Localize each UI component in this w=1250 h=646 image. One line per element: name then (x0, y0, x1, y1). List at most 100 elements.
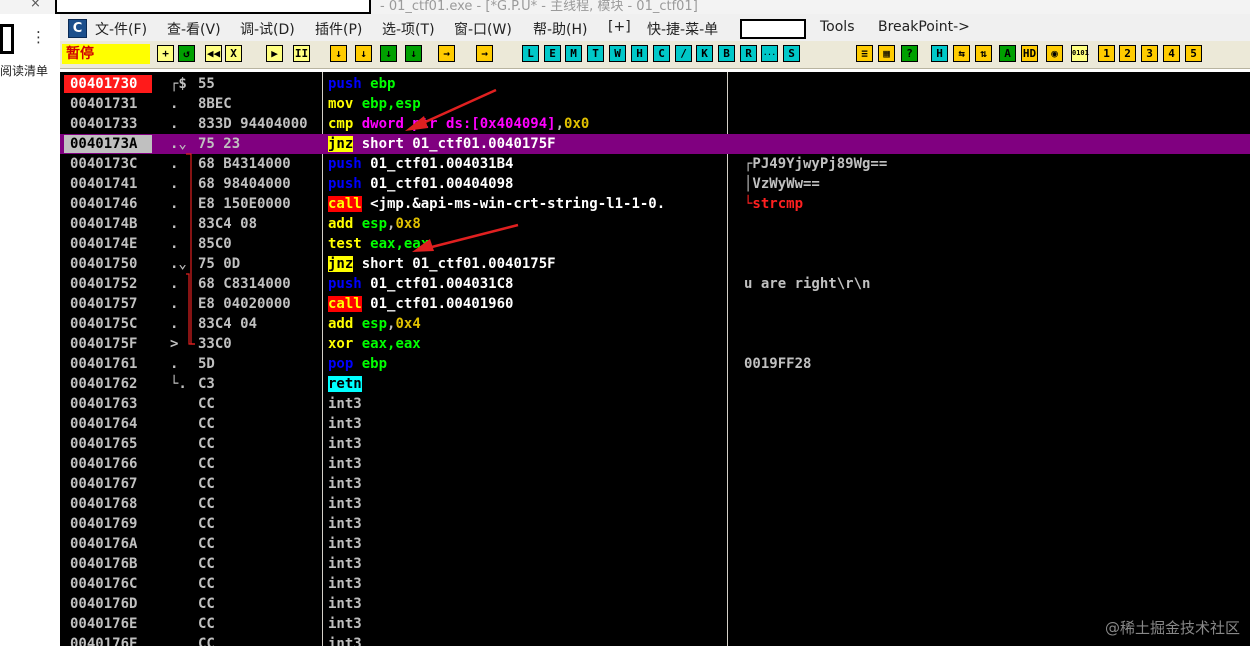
toolbar-button-5[interactable]: ▶ (266, 45, 283, 62)
toolbar-button-28[interactable]: ? (901, 45, 918, 62)
flow-marker: ┌$ (170, 76, 187, 92)
menu-options[interactable]: 选-项(T) (382, 19, 435, 39)
toolbar-button-30[interactable]: ⇆ (953, 45, 970, 62)
toolbar-button-36[interactable]: 1 (1098, 45, 1115, 62)
disasm-row[interactable]: 0040175F >33C0 xor eax,eax (60, 334, 1250, 354)
disasm-row[interactable]: 00401766 CC int3 (60, 454, 1250, 474)
disasm-row[interactable]: 00401769 CC int3 (60, 514, 1250, 534)
toolbar: 暂停 + ↺ ◀◀ X ▶ II ↓ ↓ ↓ ↓ → → L E M T W H C / K B R... S ≡ ▦? H ⇆ ⇅ A H… (60, 41, 1250, 69)
mnemonic: pop (328, 356, 354, 372)
toolbar-button-40[interactable]: 5 (1185, 45, 1202, 62)
menu-window[interactable]: 窗-口(W) (454, 19, 512, 39)
disasm-row[interactable]: 0040176D CC int3 (60, 594, 1250, 614)
toolbar-button-33[interactable]: HD (1021, 45, 1038, 62)
disassembly-cell: int3 (328, 474, 362, 494)
toolbar-button-18[interactable]: H (631, 45, 648, 62)
toolbar-button-31[interactable]: ⇅ (975, 45, 992, 62)
toolbar-button-22[interactable]: B (718, 45, 735, 62)
menu-breakpoint[interactable]: BreakPoint-> (878, 19, 970, 35)
toolbar-button-38[interactable]: 3 (1141, 45, 1158, 62)
mnemonic: int3 (328, 496, 362, 512)
toolbar-button-13[interactable]: L (522, 45, 539, 62)
reading-list-label[interactable]: 阅读清单 (0, 62, 48, 79)
disasm-row[interactable]: 00401750 .⌄ 75 0D jnz short 01_ctf01.00401… (60, 254, 1250, 274)
address-cell: 00401768 (70, 496, 138, 512)
mnemonic: call (328, 296, 362, 312)
toolbar-button-4[interactable]: X (225, 45, 242, 62)
disasm-row[interactable]: 00401730 ┌$ 55 push ebp (60, 74, 1250, 94)
toolbar-button-29[interactable]: H (931, 45, 948, 62)
menu-shortcuts[interactable]: 快-捷-菜-单 (647, 19, 718, 39)
toolbar-button-23[interactable]: R (740, 45, 757, 62)
flow-marker: . (170, 156, 179, 172)
disasm-row[interactable]: 00401767 CC int3 (60, 474, 1250, 494)
toolbar-button-27[interactable]: ▦ (878, 45, 895, 62)
toolbar-button-8[interactable]: ↓ (355, 45, 372, 62)
disasm-row[interactable]: 00401733 . 833D 94404000 cmp dword ptr ds:… (60, 114, 1250, 134)
disassembly-cell: jnz short 01_ctf01.0040175F (328, 134, 556, 154)
mnemonic: xor (328, 336, 354, 352)
disasm-row[interactable]: 00401731 . 8BEC mov ebp,esp (60, 94, 1250, 114)
menu-help[interactable]: 帮-助(H) (533, 19, 588, 39)
toolbar-button-12[interactable]: → (476, 45, 493, 62)
disasm-row[interactable]: 00401762 └. C3 retn (60, 374, 1250, 394)
toolbar-button-32[interactable]: A (999, 45, 1016, 62)
toolbar-button-15[interactable]: M (565, 45, 582, 62)
sidebar-toggle[interactable] (0, 24, 14, 54)
toolbar-button-16[interactable]: T (587, 45, 604, 62)
toolbar-button-39[interactable]: 4 (1163, 45, 1180, 62)
disasm-row[interactable]: 00401752 . 68 C8314000 push 01_ctf01.00403… (60, 274, 1250, 294)
toolbar-button-37[interactable]: 2 (1119, 45, 1136, 62)
toolbar-button-21[interactable]: K (696, 45, 713, 62)
menu-tools[interactable]: Tools (820, 19, 855, 35)
hex-bytes-cell: CC (198, 596, 215, 612)
disasm-row[interactable]: 0040175C . 83C4 04 add esp,0x4 (60, 314, 1250, 334)
toolbar-button-6[interactable]: II (293, 45, 310, 62)
disasm-row[interactable]: 00401761 . 5D pop ebp 0019FF28 (60, 354, 1250, 374)
disasm-row[interactable]: 0040174E . 85C0 test eax,eax (60, 234, 1250, 254)
disasm-row[interactable]: 0040176E CC int3 (60, 614, 1250, 634)
disasm-row[interactable]: 00401746 . E8 150E0000 call <jmp.&api-ms-w… (60, 194, 1250, 214)
toolbar-button-2[interactable]: ↺ (178, 45, 195, 62)
toolbar-button-20[interactable]: / (675, 45, 692, 62)
disasm-row[interactable]: 00401768 CC int3 (60, 494, 1250, 514)
address-cell: 00401769 (70, 516, 138, 532)
disasm-row[interactable]: 0040173C . 68 B4314000 push 01_ctf01.00403… (60, 154, 1250, 174)
toolbar-button-34[interactable]: ◉ (1046, 45, 1063, 62)
hex-bytes-cell: CC (198, 396, 215, 412)
toolbar-button-24[interactable]: ... (761, 45, 778, 62)
toolbar-button-25[interactable]: S (783, 45, 800, 62)
disasm-row[interactable]: 0040174B . 83C4 08 add esp,0x8 (60, 214, 1250, 234)
toolbar-button-3[interactable]: ◀◀ (205, 45, 222, 62)
toolbar-button-11[interactable]: → (438, 45, 455, 62)
close-tab-icon[interactable]: × (30, 0, 41, 11)
toolbar-button-35[interactable]: 0101 (1071, 45, 1089, 62)
more-options-icon[interactable]: ⋮ (31, 28, 46, 46)
cpu-disassembly-pane[interactable]: 00401730 ┌$ 55 push ebp 00401731 . 8BEC mov eb… (60, 72, 1250, 646)
address-cell: 00401761 (70, 356, 138, 372)
toolbar-button-1[interactable]: + (157, 45, 174, 62)
menu-plus[interactable]: [+] (608, 19, 631, 35)
toolbar-button-9[interactable]: ↓ (380, 45, 397, 62)
disasm-row[interactable]: 00401763 CC int3 (60, 394, 1250, 414)
disasm-row[interactable]: 0040173A .⌄ 75 23 jnz short 01_ctf01.00401… (60, 134, 1250, 154)
toolbar-button-14[interactable]: E (544, 45, 561, 62)
disasm-row[interactable]: 00401765 CC int3 (60, 434, 1250, 454)
disasm-row[interactable]: 0040176F CC int3 (60, 634, 1250, 646)
disasm-row[interactable]: 00401757 . E8 04020000 call 01_ctf01.00401… (60, 294, 1250, 314)
disasm-row[interactable]: 0040176B CC int3 (60, 554, 1250, 574)
toolbar-button-10[interactable]: ↓ (405, 45, 422, 62)
menu-debug[interactable]: 调-试(D) (240, 19, 295, 39)
disasm-row[interactable]: 00401764 CC int3 (60, 414, 1250, 434)
menu-view[interactable]: 查-看(V) (167, 19, 221, 39)
toolbar-button-17[interactable]: W (609, 45, 626, 62)
disasm-row[interactable]: 0040176C CC int3 (60, 574, 1250, 594)
menu-file[interactable]: 文-件(F) (95, 19, 147, 39)
toolbar-button-19[interactable]: C (653, 45, 670, 62)
address-cell: 0040176C (70, 576, 138, 592)
disasm-row[interactable]: 0040176A CC int3 (60, 534, 1250, 554)
disasm-row[interactable]: 00401741 . 68 98404000 push 01_ctf01.00404… (60, 174, 1250, 194)
menu-plugins[interactable]: 插件(P) (315, 19, 362, 39)
toolbar-button-26[interactable]: ≡ (856, 45, 873, 62)
toolbar-button-7[interactable]: ↓ (330, 45, 347, 62)
